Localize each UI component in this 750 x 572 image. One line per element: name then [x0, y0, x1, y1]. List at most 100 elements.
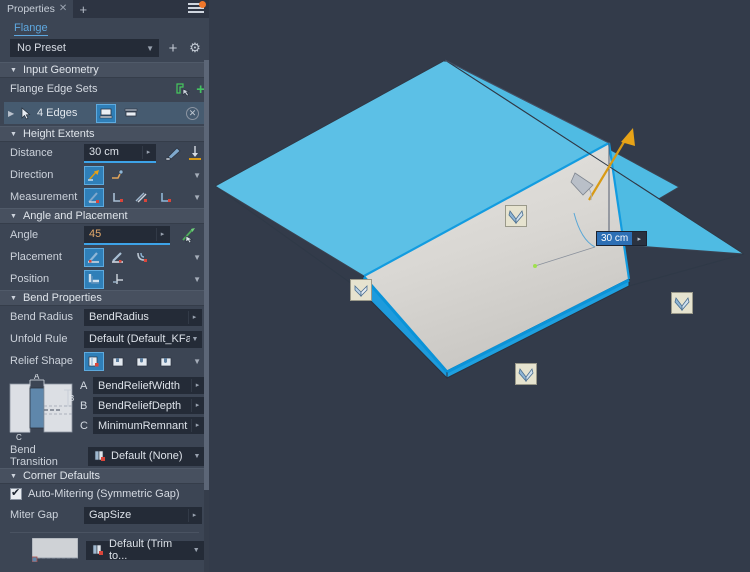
corner-treatment-icon	[91, 543, 105, 557]
miter-gap-stepper[interactable]: ▸	[188, 508, 200, 522]
bend-relief-width-input[interactable]: BendReliefWidth ▸	[93, 377, 205, 394]
measure-web-icon[interactable]	[156, 188, 176, 207]
page-title[interactable]: Flange	[0, 18, 209, 36]
select-edge-icon[interactable]	[174, 82, 191, 97]
minimum-remnant-input[interactable]: MinimumRemnant ▸	[93, 417, 205, 434]
flange-handle-right[interactable]	[671, 292, 693, 314]
3d-viewport[interactable]: 30 cm ▸	[209, 0, 750, 572]
bend-transition-row: Bend Transition Default (None) ▼	[0, 444, 209, 468]
relief-none-icon[interactable]	[84, 351, 104, 371]
add-preset-button[interactable]: +	[165, 40, 181, 57]
measure-tangent-icon[interactable]	[132, 188, 152, 207]
bend-transition-label: Bend Transition	[10, 444, 58, 468]
distance-stepper[interactable]: ▸	[142, 145, 154, 159]
angle-stepper[interactable]: ▸	[156, 227, 168, 241]
chevron-down-icon[interactable]: ▼	[146, 44, 154, 53]
chevron-right-icon[interactable]: ▶	[8, 109, 16, 118]
measure-outer-icon[interactable]	[108, 188, 128, 207]
svg-text:C: C	[16, 433, 22, 442]
direction-fold-icon[interactable]	[108, 166, 128, 185]
onscreen-distance-value[interactable]: 30 cm	[597, 232, 633, 245]
chevron-down-icon[interactable]: ▼	[10, 67, 17, 74]
relief-teardrop-icon[interactable]	[156, 352, 176, 371]
flange-direction-glyph	[518, 368, 534, 383]
section-bend-properties[interactable]: ▼ Bend Properties	[0, 290, 209, 306]
chevron-down-icon[interactable]: ▼	[10, 473, 17, 480]
corner-treatment-select[interactable]: Default (Trim to... ▼	[86, 538, 204, 562]
miter-gap-input[interactable]: GapSize ▸	[84, 506, 202, 524]
bend-transition-value: Default (None)	[111, 450, 183, 462]
auto-mitering-checkbox[interactable]	[10, 486, 22, 500]
preset-row: No Preset ▼ + ⚙	[0, 36, 209, 62]
position-outside-icon[interactable]	[108, 270, 128, 289]
remove-edge-set-button[interactable]: ✕	[186, 106, 199, 120]
notification-badge	[199, 1, 206, 8]
section-height-extents-label: Height Extents	[22, 128, 95, 140]
relief-shape-row: Relief Shape ▼	[0, 350, 209, 372]
position-inside-icon[interactable]	[84, 269, 104, 289]
flange-handle-top[interactable]	[505, 205, 527, 227]
flange-handle-bottom[interactable]	[515, 363, 537, 385]
measure-bend-icon[interactable]	[165, 145, 183, 161]
placement-bend-outside-icon[interactable]	[132, 248, 152, 267]
angle-label: Angle	[10, 229, 39, 241]
gear-icon[interactable]: ⚙	[187, 40, 203, 56]
bend-relief-width-stepper[interactable]: ▸	[191, 379, 203, 392]
section-input-geometry-label: Input Geometry	[22, 64, 99, 76]
hamburger-menu-icon[interactable]	[187, 1, 206, 16]
chevron-down-icon[interactable]: ▼	[10, 213, 17, 220]
onscreen-distance-input[interactable]: 30 cm ▸	[596, 231, 648, 246]
onscreen-distance-caret[interactable]: ▸	[632, 232, 646, 245]
edge-set-item[interactable]: ▶ 4 Edges ✕	[4, 102, 205, 124]
angle-pick-icon[interactable]	[180, 227, 198, 244]
bend-relief-depth-value: BendReliefDepth	[98, 399, 182, 412]
unfold-rule-select[interactable]: Default (Default_KFact... ▼	[84, 330, 202, 348]
angle-value: 45	[89, 228, 102, 240]
unfold-rule-caret[interactable]: ▼	[190, 333, 200, 346]
bend-radius-stepper[interactable]: ▸	[188, 310, 200, 324]
distance-input[interactable]: 30 cm ▸	[84, 143, 156, 163]
flange-outside-icon[interactable]	[96, 103, 117, 123]
auto-mitering-row[interactable]: Auto-Mitering (Symmetric Gap)	[0, 484, 209, 504]
section-height-extents[interactable]: ▼ Height Extents	[0, 126, 209, 142]
placement-material-outside-icon[interactable]	[108, 248, 128, 267]
measure-inner-icon[interactable]	[84, 187, 104, 207]
relief-param-b-key: B	[80, 399, 88, 412]
angle-input[interactable]: 45 ▸	[84, 225, 170, 245]
perpendicular-icon[interactable]	[187, 145, 203, 161]
relief-param-c: C MinimumRemnant ▸	[80, 417, 205, 434]
section-input-geometry[interactable]: ▼ Input Geometry	[0, 62, 209, 78]
bend-transition-caret[interactable]: ▼	[191, 450, 203, 463]
flange-handle-left[interactable]	[350, 279, 372, 301]
minimum-remnant-value: MinimumRemnant	[98, 419, 188, 432]
new-tab-button[interactable]: +	[73, 0, 93, 18]
relief-parameter-list: A BendReliefWidth ▸ B BendReliefDepth ▸ …	[80, 374, 205, 442]
unfold-rule-label: Unfold Rule	[10, 333, 68, 345]
bend-radius-input[interactable]: BendRadius ▸	[84, 308, 202, 326]
direction-up-icon[interactable]	[84, 165, 104, 185]
bend-relief-depth-stepper[interactable]: ▸	[191, 399, 203, 412]
bend-transition-icon	[93, 449, 107, 463]
placement-material-inside-icon[interactable]	[84, 247, 104, 267]
bend-transition-select[interactable]: Default (None) ▼	[88, 446, 205, 466]
chevron-down-icon[interactable]: ▼	[10, 131, 17, 138]
relief-round-icon[interactable]	[132, 352, 152, 371]
chevron-down-icon[interactable]: ▼	[10, 295, 17, 302]
flange-direction-glyph	[674, 297, 690, 312]
corner-treatment-caret[interactable]: ▼	[190, 544, 202, 557]
panel-scrollbar-track[interactable]	[204, 60, 209, 572]
arrow-cursor-icon	[21, 106, 32, 120]
close-icon[interactable]: ✕	[59, 4, 67, 14]
panel-scrollbar-thumb[interactable]	[204, 60, 209, 490]
section-corner-defaults[interactable]: ▼ Corner Defaults	[0, 468, 209, 484]
relief-square-icon[interactable]	[108, 352, 128, 371]
minimum-remnant-stepper[interactable]: ▸	[191, 419, 203, 432]
section-corner-defaults-label: Corner Defaults	[22, 470, 100, 482]
flange-inside-icon[interactable]	[121, 104, 141, 123]
distance-value: 30 cm	[89, 146, 119, 158]
tab-properties[interactable]: Properties ✕	[0, 0, 74, 18]
model-canvas	[213, 59, 745, 380]
preset-select[interactable]: No Preset ▼	[10, 39, 159, 57]
bend-relief-depth-input[interactable]: BendReliefDepth ▸	[93, 397, 205, 414]
section-angle-placement[interactable]: ▼ Angle and Placement	[0, 208, 209, 224]
